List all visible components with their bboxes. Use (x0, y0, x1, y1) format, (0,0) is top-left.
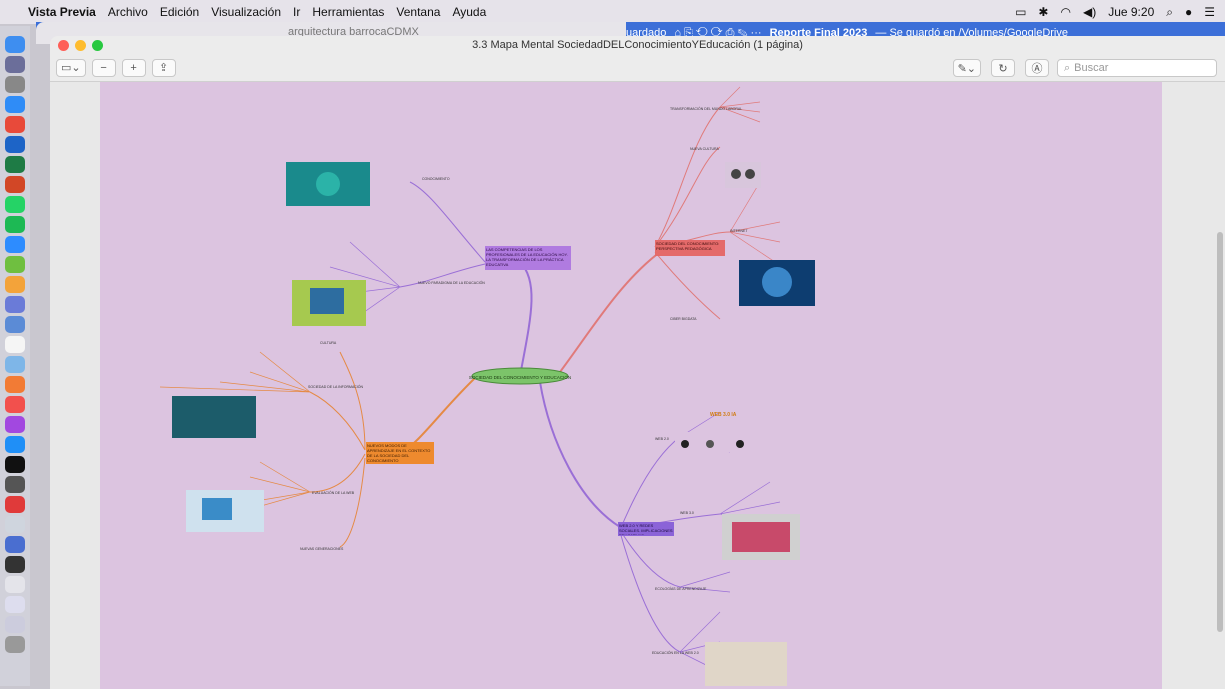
appstore-icon[interactable] (5, 436, 25, 453)
vertical-scrollbar[interactable] (1217, 232, 1223, 632)
powerpoint-icon[interactable] (5, 176, 25, 193)
zoom-icon[interactable] (5, 236, 25, 253)
menu-ir[interactable]: Ir (293, 5, 300, 19)
minimize-window-button[interactable] (75, 40, 86, 51)
zoom-in-button[interactable]: + (121, 58, 146, 77)
doc-icon[interactable] (5, 576, 25, 593)
teams-icon[interactable] (5, 536, 25, 553)
spotlight-icon[interactable]: ⌕ (1166, 5, 1173, 20)
acrobat-icon[interactable] (5, 496, 25, 513)
doc2-icon[interactable] (5, 596, 25, 613)
menu-bar: Vista Previa Archivo Edición Visualizaci… (0, 0, 1225, 24)
photos-icon[interactable] (5, 376, 25, 393)
branch-sociedad-label: SOCIEDAD DEL CONOCIMIENTO: PERSPECTIVA P… (656, 241, 720, 251)
control-center-icon[interactable]: ☰ (1204, 5, 1215, 19)
zoom-out-button[interactable]: − (91, 58, 116, 77)
sidebar-toggle-button[interactable]: ▭⌄ (56, 58, 86, 77)
preview-icon[interactable] (5, 316, 25, 333)
menu-herramientas[interactable]: Herramientas (312, 5, 384, 19)
sub-ecologias: ECOLOGÍAS DE APRENDIZAJE (655, 587, 707, 591)
finder-icon[interactable] (5, 36, 25, 53)
mindmap-page[interactable]: SOCIEDAD DEL CONOCIMIENTO Y EDUCACIÓN LA… (100, 82, 1162, 689)
search-placeholder: Buscar (1074, 62, 1109, 74)
app-menu[interactable]: Vista Previa (28, 5, 96, 19)
toolbar: ▭⌄ − + ⇪ ✎⌄ ↻ Ⓐ ⌕ Buscar (50, 54, 1225, 82)
clock[interactable]: Jue 9:20 (1108, 5, 1154, 19)
sub-conocimiento: CONOCIMIENTO (422, 177, 450, 181)
safari-icon[interactable] (5, 96, 25, 113)
settings-icon[interactable] (5, 476, 25, 493)
image-educacion (705, 642, 787, 686)
annotate-button[interactable]: Ⓐ (1025, 59, 1049, 77)
spotify-icon[interactable] (5, 216, 25, 233)
podcasts-icon[interactable] (5, 416, 25, 433)
sub-web3: WEB 3.0 (680, 511, 694, 515)
menu-ayuda[interactable]: Ayuda (452, 5, 486, 19)
excel-icon[interactable] (5, 156, 25, 173)
sub-educacion: EDUCACIÓN EN LA WEB 2.0 (652, 650, 699, 655)
sub-nuevo-paradigma: NUEVO PARADIGMA DE LA EDUCACIÓN (418, 280, 485, 285)
doc3-icon[interactable] (5, 616, 25, 633)
title-bar: 3.3 Mapa Mental SociedadDELConocimientoY… (50, 36, 1225, 54)
whatsapp-icon[interactable] (5, 196, 25, 213)
mindmap-diagram: SOCIEDAD DEL CONOCIMIENTO Y EDUCACIÓN LA… (159, 86, 815, 686)
system-icon[interactable] (5, 296, 25, 313)
sub-nueva-cultura: NUEVA CULTURA (690, 147, 720, 151)
share-button[interactable]: ⇪ (151, 58, 176, 77)
dock (0, 26, 30, 686)
zoom-window-button[interactable] (92, 40, 103, 51)
wifi-icon[interactable]: ◠ (1060, 5, 1070, 19)
preview-window: 3.3 Mapa Mental SociedadDELConocimientoY… (50, 36, 1225, 689)
sub-evaluacion: EVALUACIÓN DE LA WEB (312, 490, 355, 495)
menu-ventana[interactable]: Ventana (396, 5, 440, 19)
rocket-icon[interactable] (5, 76, 25, 93)
search-field[interactable]: ⌕ Buscar (1057, 59, 1217, 77)
sub-ia: WEB 3.0 IA (710, 412, 737, 418)
document-canvas: SOCIEDAD DEL CONOCIMIENTO Y EDUCACIÓN LA… (50, 82, 1225, 689)
branch-nuevos-label: NUEVOS MODOS DE APRENDIZAJE EN EL CONTEX… (367, 443, 431, 463)
menu-edicion[interactable]: Edición (160, 5, 199, 19)
notes-icon[interactable] (5, 356, 25, 373)
siri-icon[interactable]: ● (1185, 5, 1192, 19)
calendar-icon[interactable] (5, 336, 25, 353)
butterfly-icon[interactable] (5, 276, 25, 293)
music-icon[interactable] (5, 396, 25, 413)
menu-archivo[interactable]: Archivo (108, 5, 148, 19)
camera-icon[interactable] (5, 556, 25, 573)
outlook-icon[interactable] (5, 136, 25, 153)
close-window-button[interactable] (58, 40, 69, 51)
branch-web-label: WEB 2.0 Y REDES SOCIALES. IMPLICACIONES … (619, 523, 673, 535)
rotate-button[interactable]: ↻ (991, 59, 1015, 77)
sub-nuevas-gen: NUEVAS GENERACIONES (300, 547, 344, 551)
bluetooth-icon[interactable]: ✱ (1038, 5, 1048, 19)
center-node-label: SOCIEDAD DEL CONOCIMIENTO Y EDUCACIÓN (469, 374, 571, 380)
search-icon: ⌕ (1064, 61, 1071, 74)
sub-transformacion: TRANSFORMACIÓN DEL MUNDO LABORAL (670, 106, 742, 111)
volume-icon[interactable]: ◀) (1083, 5, 1096, 19)
connector-web (539, 381, 621, 528)
sub-web-label: WEB 2.0 (655, 437, 669, 441)
branch-competencias-label: LAS COMPETENCIAS DE LOS PROFESIONALES DE… (486, 247, 568, 267)
markup-button[interactable]: ✎⌄ (952, 59, 981, 77)
disk-icon[interactable] (5, 516, 25, 533)
battery-icon[interactable]: ▭ (1015, 5, 1026, 19)
trash-icon[interactable] (5, 636, 25, 653)
window-title: 3.3 Mapa Mental SociedadDELConocimientoY… (472, 39, 803, 51)
launchpad-icon[interactable] (5, 56, 25, 73)
sub-internet: INTERNET (730, 229, 748, 233)
app-icon[interactable] (5, 256, 25, 273)
sub-ciber: CIBER BIGDATA (670, 317, 697, 321)
connector-competencias (519, 261, 533, 377)
sub-sociedad-info: SOCIEDAD DE LA INFORMACIÓN (308, 384, 364, 389)
menu-visualizacion[interactable]: Visualización (211, 5, 281, 19)
connector-sociedad (559, 251, 661, 373)
chrome-icon[interactable] (5, 116, 25, 133)
image-nueva-cultura (725, 162, 761, 188)
sub-cultura: CULTURA (320, 341, 337, 345)
image-sociedad-info (172, 396, 256, 438)
appletv-icon[interactable] (5, 456, 25, 473)
